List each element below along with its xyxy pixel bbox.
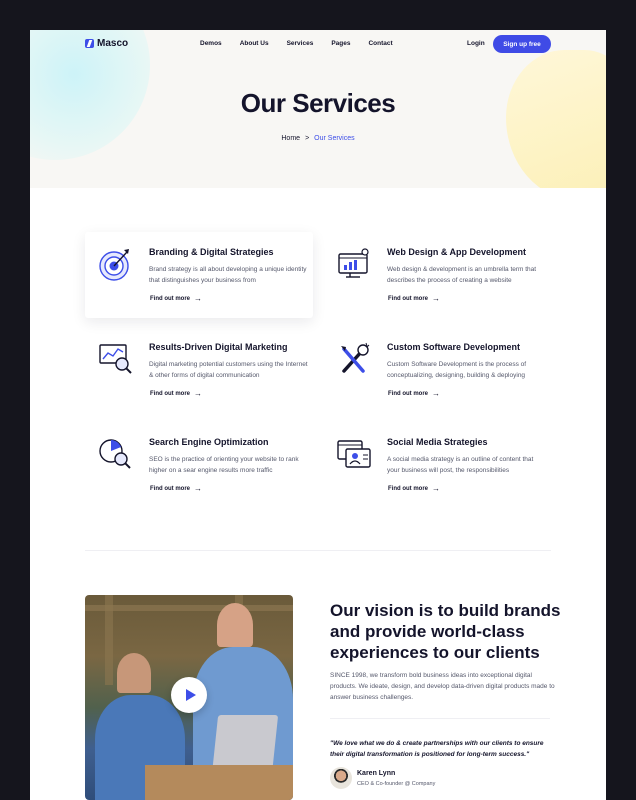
service-description: SEO is the practice of orienting your we… — [149, 456, 299, 474]
author-name: Karen Lynn — [357, 770, 396, 777]
find-out-more-link[interactable]: Find out more → — [150, 294, 202, 303]
service-title: Social Media Strategies — [387, 437, 488, 447]
arrow-right-icon: → — [432, 389, 440, 398]
page-title: Our Services — [240, 88, 396, 118]
service-description: Web design & development is an umbrella … — [387, 266, 537, 284]
vision-heading: Our vision is to build brands and provid… — [330, 601, 561, 662]
menu-item-contact[interactable]: Contact — [368, 40, 392, 47]
find-out-more-link[interactable]: Find out more → — [388, 389, 440, 398]
hero-blob-right — [506, 50, 606, 188]
service-title: Results-Driven Digital Marketing — [149, 342, 288, 352]
menu-item-pages[interactable]: Pages — [331, 40, 350, 47]
logo-icon — [85, 39, 94, 48]
service-description: Brand strategy is all about developing a… — [149, 266, 307, 284]
service-card-seo[interactable]: Search Engine Optimization SEO is the pr… — [85, 422, 313, 508]
breadcrumb-separator: > — [305, 135, 310, 142]
find-out-more-link[interactable]: Find out more → — [150, 389, 202, 398]
photo-post — [105, 595, 113, 685]
arrow-right-icon: → — [194, 389, 202, 398]
page: Masco Demos About Us Services Pages Cont… — [30, 30, 606, 800]
social-profile-icon — [337, 440, 371, 468]
person-left-face — [117, 653, 151, 693]
link-label: Find out more — [388, 296, 428, 302]
service-card-web-design[interactable]: Web Design & App Development Web design … — [323, 232, 551, 318]
link-label: Find out more — [388, 486, 428, 492]
avatar — [330, 767, 352, 789]
team-photo — [85, 595, 293, 800]
seo-magnifier-icon — [99, 439, 131, 469]
service-title: Branding & Digital Strategies — [149, 247, 274, 257]
testimonial-quote: "We love what we do & create partnership… — [330, 740, 544, 758]
menu-item-demos[interactable]: Demos — [200, 40, 222, 47]
menu-item-about-us[interactable]: About Us — [240, 40, 269, 47]
breadcrumb: Home > Our Services — [30, 135, 606, 142]
brand-logo[interactable]: Masco — [85, 38, 128, 49]
photo-beam — [85, 605, 293, 611]
arrow-right-icon: → — [194, 294, 202, 303]
play-video-button[interactable] — [171, 677, 207, 713]
arrow-right-icon: → — [432, 294, 440, 303]
analytics-magnifier-icon — [99, 344, 132, 374]
arrow-right-icon: → — [194, 484, 202, 493]
person-right-face — [217, 603, 253, 647]
monitor-chart-icon — [338, 248, 369, 278]
main-menu: Demos About Us Services Pages Contact — [200, 40, 411, 47]
tools-icon — [341, 342, 370, 373]
breadcrumb-home[interactable]: Home — [281, 135, 300, 142]
find-out-more-link[interactable]: Find out more → — [388, 484, 440, 493]
author-role: CEO & Co-founder @ Company — [357, 781, 436, 787]
play-icon — [185, 689, 196, 701]
top-nav: Masco Demos About Us Services Pages Cont… — [30, 30, 606, 60]
service-title: Search Engine Optimization — [149, 437, 269, 447]
brand-name: Masco — [97, 38, 129, 49]
service-card-social-media[interactable]: Social Media Strategies A social media s… — [323, 422, 551, 508]
service-card-digital-marketing[interactable]: Results-Driven Digital Marketing Digital… — [85, 327, 313, 413]
login-link[interactable]: Login — [467, 40, 485, 47]
link-label: Find out more — [150, 296, 190, 302]
target-icon — [99, 249, 129, 281]
signup-button[interactable]: Sign up free — [493, 35, 551, 53]
service-card-software-development[interactable]: Custom Software Development Custom Softw… — [323, 327, 551, 413]
service-description: Custom Software Development is the proce… — [387, 361, 527, 379]
desk — [145, 765, 293, 800]
menu-item-services[interactable]: Services — [287, 40, 314, 47]
breadcrumb-current: Our Services — [314, 135, 355, 142]
arrow-right-icon: → — [432, 484, 440, 493]
hero-section: Masco Demos About Us Services Pages Cont… — [30, 30, 606, 188]
link-label: Find out more — [388, 391, 428, 397]
find-out-more-link[interactable]: Find out more → — [388, 294, 440, 303]
service-description: A social media strategy is an outline of… — [387, 456, 534, 474]
find-out-more-link[interactable]: Find out more → — [150, 484, 202, 493]
service-card-branding[interactable]: Branding & Digital Strategies Brand stra… — [85, 232, 313, 318]
link-label: Find out more — [150, 391, 190, 397]
service-title: Web Design & App Development — [387, 247, 527, 257]
link-label: Find out more — [150, 486, 190, 492]
service-description: Digital marketing potential customers us… — [149, 361, 308, 379]
vision-description: SINCE 1998, we transform bold business i… — [330, 672, 555, 701]
vision-divider — [330, 718, 550, 719]
service-title: Custom Software Development — [387, 342, 521, 352]
section-divider — [85, 550, 551, 551]
